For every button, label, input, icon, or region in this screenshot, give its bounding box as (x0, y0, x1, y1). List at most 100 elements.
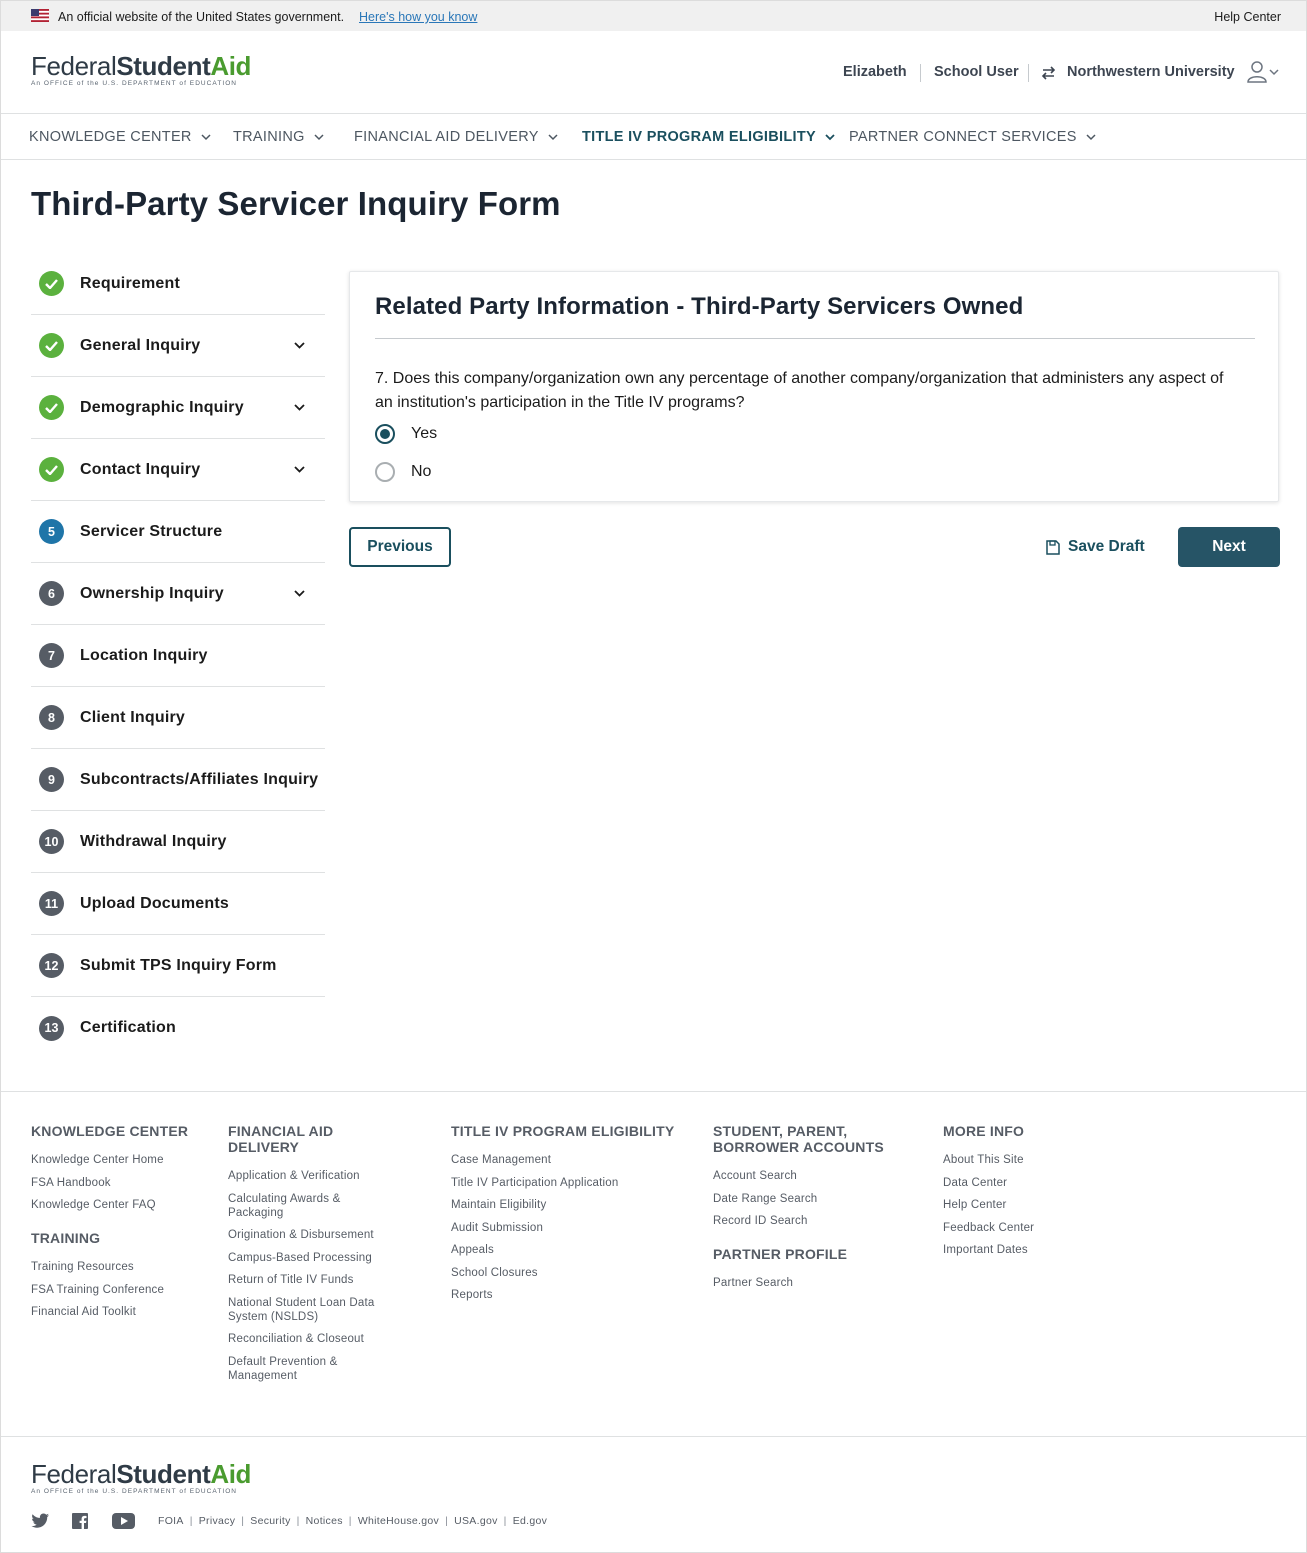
footer-link[interactable]: Reports (451, 1288, 691, 1302)
step-number: 11 (39, 891, 64, 916)
twitter-icon[interactable] (30, 1513, 50, 1529)
legal-link[interactable]: Privacy (199, 1515, 236, 1527)
fsa-logo[interactable]: FederalStudentAid An OFFICE of the U.S. … (31, 53, 251, 87)
step-item[interactable]: Contact Inquiry (31, 439, 325, 501)
nav-knowledge-center[interactable]: KNOWLEDGE CENTER (29, 129, 211, 145)
legal-separator: | (348, 1515, 352, 1527)
user-icon[interactable] (1246, 61, 1280, 83)
question-text: 7. Does this company/organization own an… (375, 370, 1224, 411)
chevron-down-icon[interactable] (294, 404, 305, 411)
radio-button[interactable] (375, 462, 395, 482)
step-item[interactable]: Requirement (31, 253, 325, 315)
facebook-icon[interactable] (71, 1513, 91, 1529)
legal-link[interactable]: USA.gov (454, 1515, 498, 1527)
footer-link[interactable]: Record ID Search (713, 1214, 903, 1228)
nav-partner-connect[interactable]: PARTNER CONNECT SERVICES (849, 129, 1096, 145)
footer-link[interactable]: Training Resources (31, 1260, 211, 1274)
step-label: Subcontracts/Affiliates Inquiry (80, 770, 319, 788)
footer-col-knowledge: KNOWLEDGE CENTER Knowledge Center Home FS… (31, 1123, 211, 1328)
footer-link-list: Application & Verification Calculating Aw… (228, 1169, 393, 1383)
divider (920, 64, 921, 82)
footer-link[interactable]: FSA Handbook (31, 1176, 211, 1190)
youtube-icon[interactable] (112, 1513, 136, 1529)
chevron-down-icon (825, 133, 835, 140)
footer-link[interactable]: School Closures (451, 1266, 691, 1280)
footer-link[interactable]: Case Management (451, 1153, 691, 1167)
footer-link[interactable]: About This Site (943, 1153, 1123, 1167)
radio-yes[interactable]: Yes (375, 424, 437, 444)
step-item[interactable]: 6 Ownership Inquiry (31, 563, 325, 625)
footer-link[interactable]: Calculating Awards & Packaging (228, 1192, 393, 1220)
footer-link[interactable]: Reconciliation & Closeout (228, 1332, 393, 1346)
footer-link[interactable]: National Student Loan Data System (NSLDS… (228, 1296, 393, 1324)
footer-link[interactable]: Help Center (943, 1198, 1123, 1212)
step-number: 5 (39, 519, 64, 544)
footer-fsa-logo[interactable]: FederalStudentAid An OFFICE of the U.S. … (31, 1461, 251, 1495)
how-you-know-link[interactable]: Here's how you know (359, 10, 477, 24)
step-label: Contact Inquiry (80, 460, 201, 478)
site-footer: KNOWLEDGE CENTER Knowledge Center Home FS… (1, 1091, 1306, 1436)
footer-link[interactable]: Knowledge Center Home (31, 1153, 211, 1167)
footer-link[interactable]: Partner Search (713, 1276, 903, 1290)
radio-button[interactable] (375, 424, 395, 444)
switch-arrows-icon[interactable] (1041, 66, 1056, 80)
school-name[interactable]: Northwestern University (1067, 64, 1235, 80)
footer-link[interactable]: Appeals (451, 1243, 691, 1257)
footer-link-list: About This Site Data Center Help Center Fee… (943, 1153, 1123, 1257)
footer-link[interactable]: Application & Verification (228, 1169, 393, 1183)
radio-label: Yes (411, 425, 438, 442)
legal-link[interactable]: Notices (306, 1515, 343, 1527)
chevron-down-icon[interactable] (294, 342, 305, 349)
footer-link[interactable]: Date Range Search (713, 1192, 903, 1206)
footer-link-list: Partner Search (713, 1276, 903, 1290)
next-button[interactable]: Next (1178, 527, 1280, 567)
chevron-down-icon[interactable] (294, 590, 305, 597)
legal-link[interactable]: Security (250, 1515, 290, 1527)
step-item[interactable]: 11 Upload Documents (31, 873, 325, 935)
step-item[interactable]: 13 Certification (31, 997, 325, 1059)
footer-link[interactable]: Account Search (713, 1169, 903, 1183)
footer-link[interactable]: Knowledge Center FAQ (31, 1198, 211, 1212)
help-center-link[interactable]: Help Center (1214, 10, 1281, 24)
page-title: Third-Party Servicer Inquiry Form (31, 185, 561, 222)
nav-label: TITLE IV PROGRAM ELIGIBILITY (582, 129, 816, 145)
legal-link[interactable]: Ed.gov (513, 1515, 548, 1527)
footer-link[interactable]: Title IV Participation Application (451, 1176, 691, 1190)
legal-link[interactable]: FOIA (158, 1515, 184, 1527)
save-draft-button[interactable]: Save Draft (1046, 538, 1145, 556)
step-item[interactable]: 7 Location Inquiry (31, 625, 325, 687)
step-item[interactable]: Demographic Inquiry (31, 377, 325, 439)
step-item[interactable]: 5 Servicer Structure (31, 501, 325, 563)
step-label: Withdrawal Inquiry (80, 832, 227, 850)
nav-training[interactable]: TRAINING (233, 129, 324, 145)
user-name[interactable]: Elizabeth (843, 64, 907, 80)
footer-bottom: FederalStudentAid An OFFICE of the U.S. … (1, 1436, 1306, 1552)
footer-link[interactable]: FSA Training Conference (31, 1283, 211, 1297)
step-item[interactable]: 9 Subcontracts/Affiliates Inquiry (31, 749, 325, 811)
footer-link[interactable]: Origination & Disbursement (228, 1228, 393, 1242)
footer-link[interactable]: Important Dates (943, 1243, 1123, 1257)
previous-button[interactable]: Previous (349, 527, 451, 567)
radio-no[interactable]: No (375, 462, 431, 482)
user-role[interactable]: School User (934, 64, 1019, 80)
nav-title-iv-eligibility[interactable]: TITLE IV PROGRAM ELIGIBILITY (582, 129, 835, 145)
footer-link[interactable]: Return of Title IV Funds (228, 1273, 393, 1287)
step-item[interactable]: 10 Withdrawal Inquiry (31, 811, 325, 873)
nav-financial-aid-delivery[interactable]: FINANCIAL AID DELIVERY (354, 129, 558, 145)
step-number: 7 (39, 643, 64, 668)
footer-link[interactable]: Audit Submission (451, 1221, 691, 1235)
footer-link[interactable]: Campus-Based Processing (228, 1251, 393, 1265)
footer-link[interactable]: Maintain Eligibility (451, 1198, 691, 1212)
step-item[interactable]: 12 Submit TPS Inquiry Form (31, 935, 325, 997)
step-item[interactable]: General Inquiry (31, 315, 325, 377)
chevron-down-icon[interactable] (294, 466, 305, 473)
footer-heading: PARTNER PROFILE (713, 1246, 848, 1262)
footer-link[interactable]: Data Center (943, 1176, 1123, 1190)
legal-link[interactable]: WhiteHouse.gov (358, 1515, 439, 1527)
footer-link[interactable]: Default Prevention & Management (228, 1355, 393, 1383)
footer-heading: MORE INFO (943, 1123, 1025, 1139)
chevron-down-icon (548, 133, 558, 140)
footer-link[interactable]: Feedback Center (943, 1221, 1123, 1235)
footer-link[interactable]: Financial Aid Toolkit (31, 1305, 211, 1319)
step-item[interactable]: 8 Client Inquiry (31, 687, 325, 749)
